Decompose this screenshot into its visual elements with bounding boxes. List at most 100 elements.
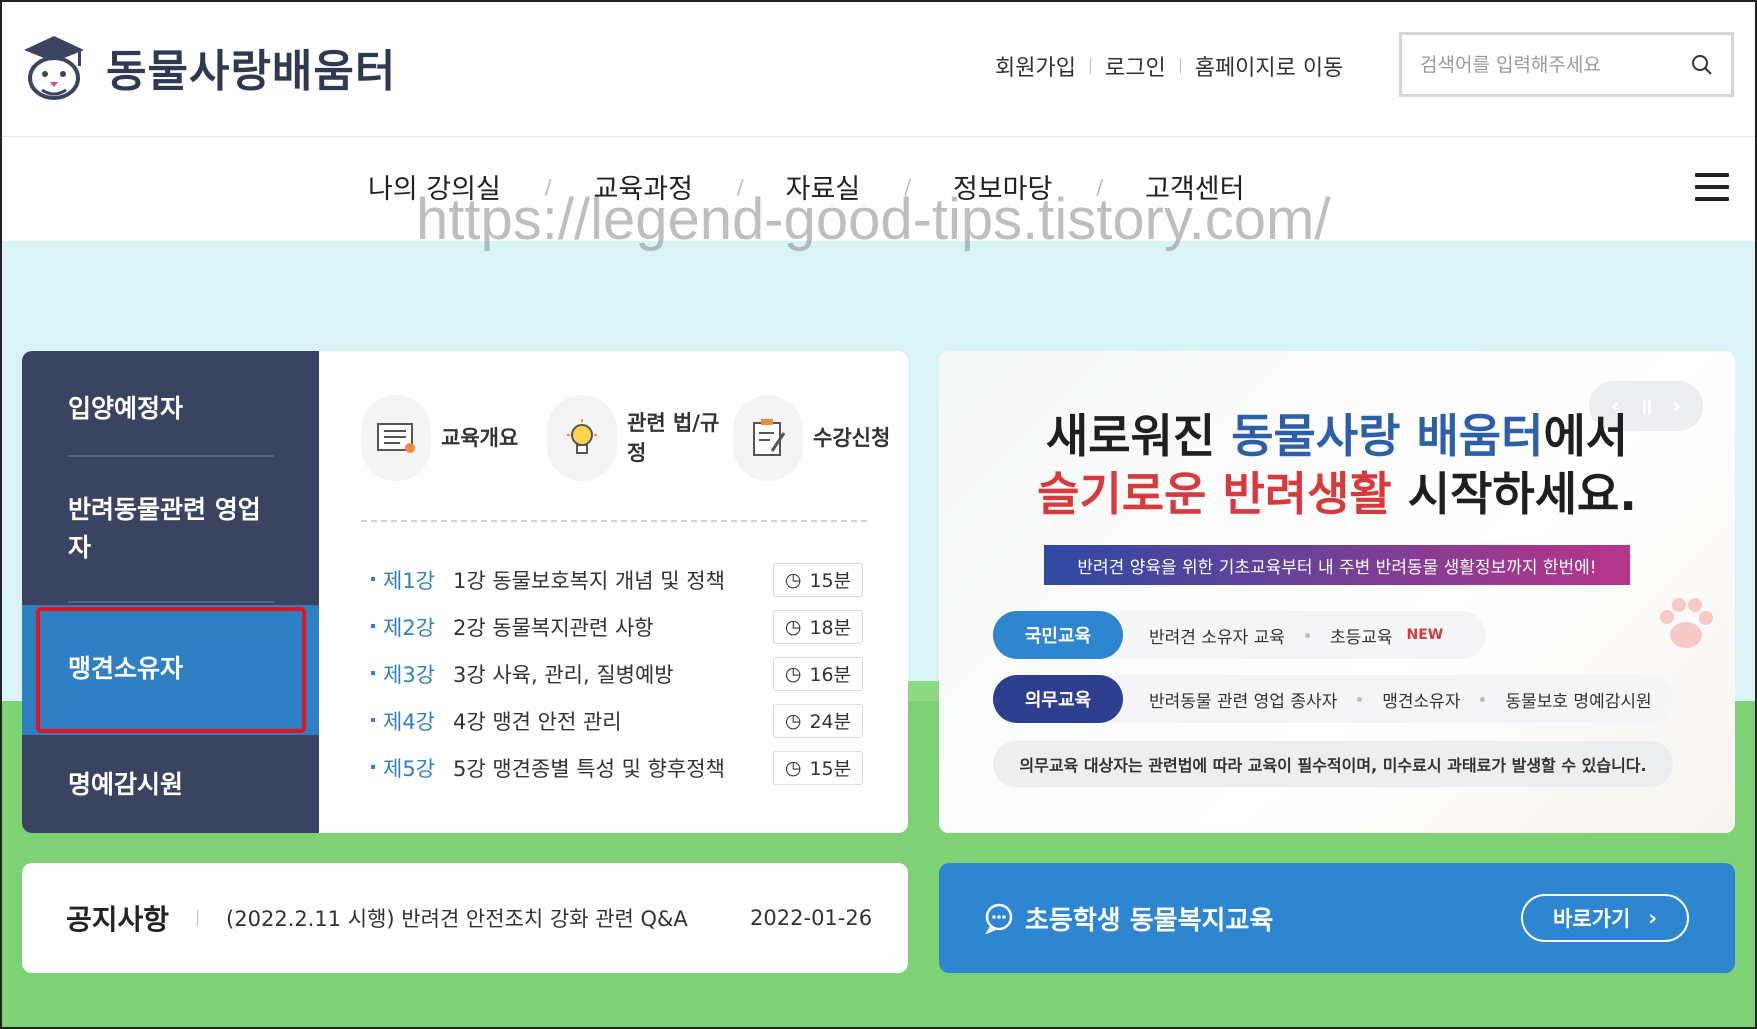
- lesson-duration: ◷ 15분: [773, 750, 863, 785]
- elementary-education-title: 초등학생 동물복지교육: [1025, 905, 1274, 936]
- notice-date: 2022-01-26: [750, 906, 873, 930]
- notice-link[interactable]: (2022.2.11 시행) 반려견 안전조치 강화 관련 Q&A: [226, 903, 696, 933]
- search-box: [1399, 32, 1734, 97]
- divider: [68, 455, 274, 457]
- search-button[interactable]: [1673, 35, 1731, 94]
- lightbulb-icon: [567, 419, 597, 454]
- elementary-education-banner: 초등학생 동물복지교육 바로가기 ›: [939, 863, 1735, 973]
- sidebar-item-adopter[interactable]: 입양예정자: [22, 389, 319, 425]
- duration-text: 15분: [809, 758, 852, 780]
- pill-item: 맹견소유자: [1382, 691, 1461, 712]
- mandatory-education-tag: 의무교육: [993, 675, 1123, 723]
- divider: [361, 520, 867, 522]
- watermark-text: https://legend-good-tips.tistory.com/: [416, 187, 1331, 252]
- divider: [68, 601, 274, 603]
- quick-link-label: 수강신청: [813, 426, 891, 450]
- lesson-number: 제5강: [371, 753, 453, 783]
- banner-headline: 새로워진 동물사랑 배움터에서 슬기로운 반려생활 시작하세요.: [939, 407, 1735, 523]
- lesson-number: 제2강: [371, 612, 453, 642]
- headline-text: 시작하세요.: [1391, 467, 1637, 521]
- list-item[interactable]: 제3강 3강 사육, 관리, 질병예방 ◷ 16분: [371, 650, 871, 697]
- lesson-number: 제1강: [371, 565, 453, 595]
- divider: [1089, 58, 1091, 74]
- list-item[interactable]: 제1강 1강 동물보호복지 개념 및 정책 ◷ 15분: [371, 556, 871, 603]
- site-logo[interactable]: 동물사랑배움터: [20, 32, 396, 102]
- lesson-title: 2강 동물복지관련 사항: [453, 615, 654, 640]
- list-item[interactable]: 제2강 2강 동물복지관련 사항 ◷ 18분: [371, 603, 871, 650]
- go-button[interactable]: 바로가기 ›: [1521, 894, 1689, 942]
- paw-icon: [1660, 598, 1713, 648]
- list-item[interactable]: 제4강 4강 맹견 안전 관리 ◷ 24분: [371, 697, 871, 744]
- quick-link-label: 교육개요: [441, 426, 519, 450]
- lesson-duration: ◷ 16분: [773, 656, 863, 691]
- banner-note: 의무교육 대상자는 관련법에 따라 교육이 필수적이며, 미수료시 과태료가 발…: [993, 741, 1673, 787]
- clock-icon: ◷: [784, 615, 802, 638]
- headline-text: 에서: [1543, 409, 1629, 463]
- quick-links: 교육개요 관련 법/규정 수강신청: [361, 395, 908, 481]
- pill-item: 반려동물 관련 영업 종사자: [1149, 691, 1338, 712]
- sidebar-item-pet-business[interactable]: 반려동물관련 영업자: [22, 491, 262, 567]
- duration-text: 18분: [809, 617, 852, 639]
- clock-icon: ◷: [784, 756, 802, 779]
- new-badge: NEW: [1406, 627, 1444, 643]
- login-link[interactable]: 로그인: [1105, 50, 1166, 82]
- lesson-duration: ◷ 15분: [773, 562, 863, 597]
- site-title: 동물사랑배움터: [106, 46, 397, 97]
- chat-bubble-icon: [985, 903, 1013, 934]
- notice-title: 공지사항: [66, 903, 170, 936]
- search-input[interactable]: [1402, 35, 1673, 94]
- form-edit-icon: [753, 419, 786, 456]
- utility-links: 회원가입 로그인 홈페이지로 이동: [995, 50, 1343, 82]
- course-content: 교육개요 관련 법/규정 수강신청 제1강 1강 동물보호복지 개념 및 정책 …: [319, 351, 908, 833]
- headline-highlight: 동물사랑 배움터: [1231, 409, 1544, 463]
- site-header: 동물사랑배움터 회원가입 로그인 홈페이지로 이동: [0, 0, 1757, 137]
- search-icon: [1692, 54, 1712, 75]
- duration-text: 24분: [809, 711, 852, 733]
- duration-text: 16분: [809, 664, 852, 686]
- pill-item: 반려견 소유자 교육: [1149, 627, 1285, 648]
- divider: [197, 910, 199, 926]
- clock-icon: ◷: [784, 709, 802, 732]
- hamburger-menu-icon[interactable]: [1695, 173, 1729, 201]
- clock-icon: ◷: [784, 568, 802, 591]
- lesson-duration: ◷ 24분: [773, 703, 863, 738]
- logo-mascot-icon: [24, 36, 84, 100]
- go-homepage-link[interactable]: 홈페이지로 이동: [1195, 50, 1344, 82]
- banner-subtitle: 반려견 양육을 위한 기초교육부터 내 주변 반려동물 생활정보까지 한번에!: [1044, 545, 1630, 585]
- public-education-row: 국민교육 반려견 소유자 교육 초등교육 NEW: [993, 611, 1486, 659]
- lesson-title: 3강 사육, 관리, 질병예방: [453, 662, 674, 687]
- public-education-tag: 국민교육: [993, 611, 1123, 659]
- sidebar-item-honorary-inspector[interactable]: 명예감시원: [22, 765, 319, 801]
- quick-link-enroll[interactable]: 수강신청: [733, 395, 908, 481]
- pill-item: 동물보호 명예감시원: [1505, 691, 1652, 712]
- headline-text: 새로워진: [1045, 409, 1232, 463]
- signup-link[interactable]: 회원가입: [995, 50, 1076, 82]
- go-button-label: 바로가기: [1553, 907, 1631, 931]
- list-item[interactable]: 제5강 5강 맹견종별 특성 및 향후정책 ◷ 15분: [371, 744, 871, 791]
- mandatory-education-row: 의무교육 반려동물 관련 영업 종사자 맹견소유자 동물보호 명예감시원: [993, 675, 1673, 723]
- notice-bar: 공지사항 (2022.2.11 시행) 반려견 안전조치 강화 관련 Q&A 2…: [22, 863, 908, 973]
- quick-link-law[interactable]: 관련 법/규정: [547, 395, 733, 481]
- lesson-list: 제1강 1강 동물보호복지 개념 및 정책 ◷ 15분 제2강 2강 동물복지관련…: [371, 556, 871, 791]
- audience-sidebar: 입양예정자 반려동물관련 영업자 맹견소유자 명예감시원: [22, 351, 319, 833]
- quick-link-label: 관련 법/규정: [627, 411, 720, 465]
- book-icon: [377, 423, 415, 453]
- pill-item: 초등교육: [1329, 627, 1393, 648]
- duration-text: 15분: [809, 570, 852, 592]
- chevron-right-icon: ›: [1648, 906, 1657, 930]
- sidebar-item-dangerous-dog-owner[interactable]: 맹견소유자: [22, 605, 319, 735]
- lesson-title: 5강 맹견종별 특성 및 향후정책: [453, 756, 725, 781]
- lesson-title: 4강 맹견 안전 관리: [453, 709, 622, 734]
- lesson-duration: ◷ 18분: [773, 609, 863, 644]
- lesson-number: 제3강: [371, 659, 453, 689]
- clock-icon: ◷: [784, 662, 802, 685]
- course-panel: 입양예정자 반려동물관련 영업자 맹견소유자 명예감시원 교육개요 관련 법/규…: [22, 351, 908, 833]
- bullet-dot: [1357, 696, 1363, 702]
- headline-highlight: 슬기로운 반려생활: [1037, 467, 1392, 521]
- promo-banner[interactable]: ‹ ॥ › 새로워진 동물사랑 배움터에서 슬기로운 반려생활 시작하세요. 반…: [939, 351, 1735, 833]
- divider: [1179, 58, 1181, 74]
- lesson-number: 제4강: [371, 706, 453, 736]
- quick-link-overview[interactable]: 교육개요: [361, 395, 547, 481]
- bullet-dot: [1480, 696, 1486, 702]
- lesson-title: 1강 동물보호복지 개념 및 정책: [453, 568, 725, 593]
